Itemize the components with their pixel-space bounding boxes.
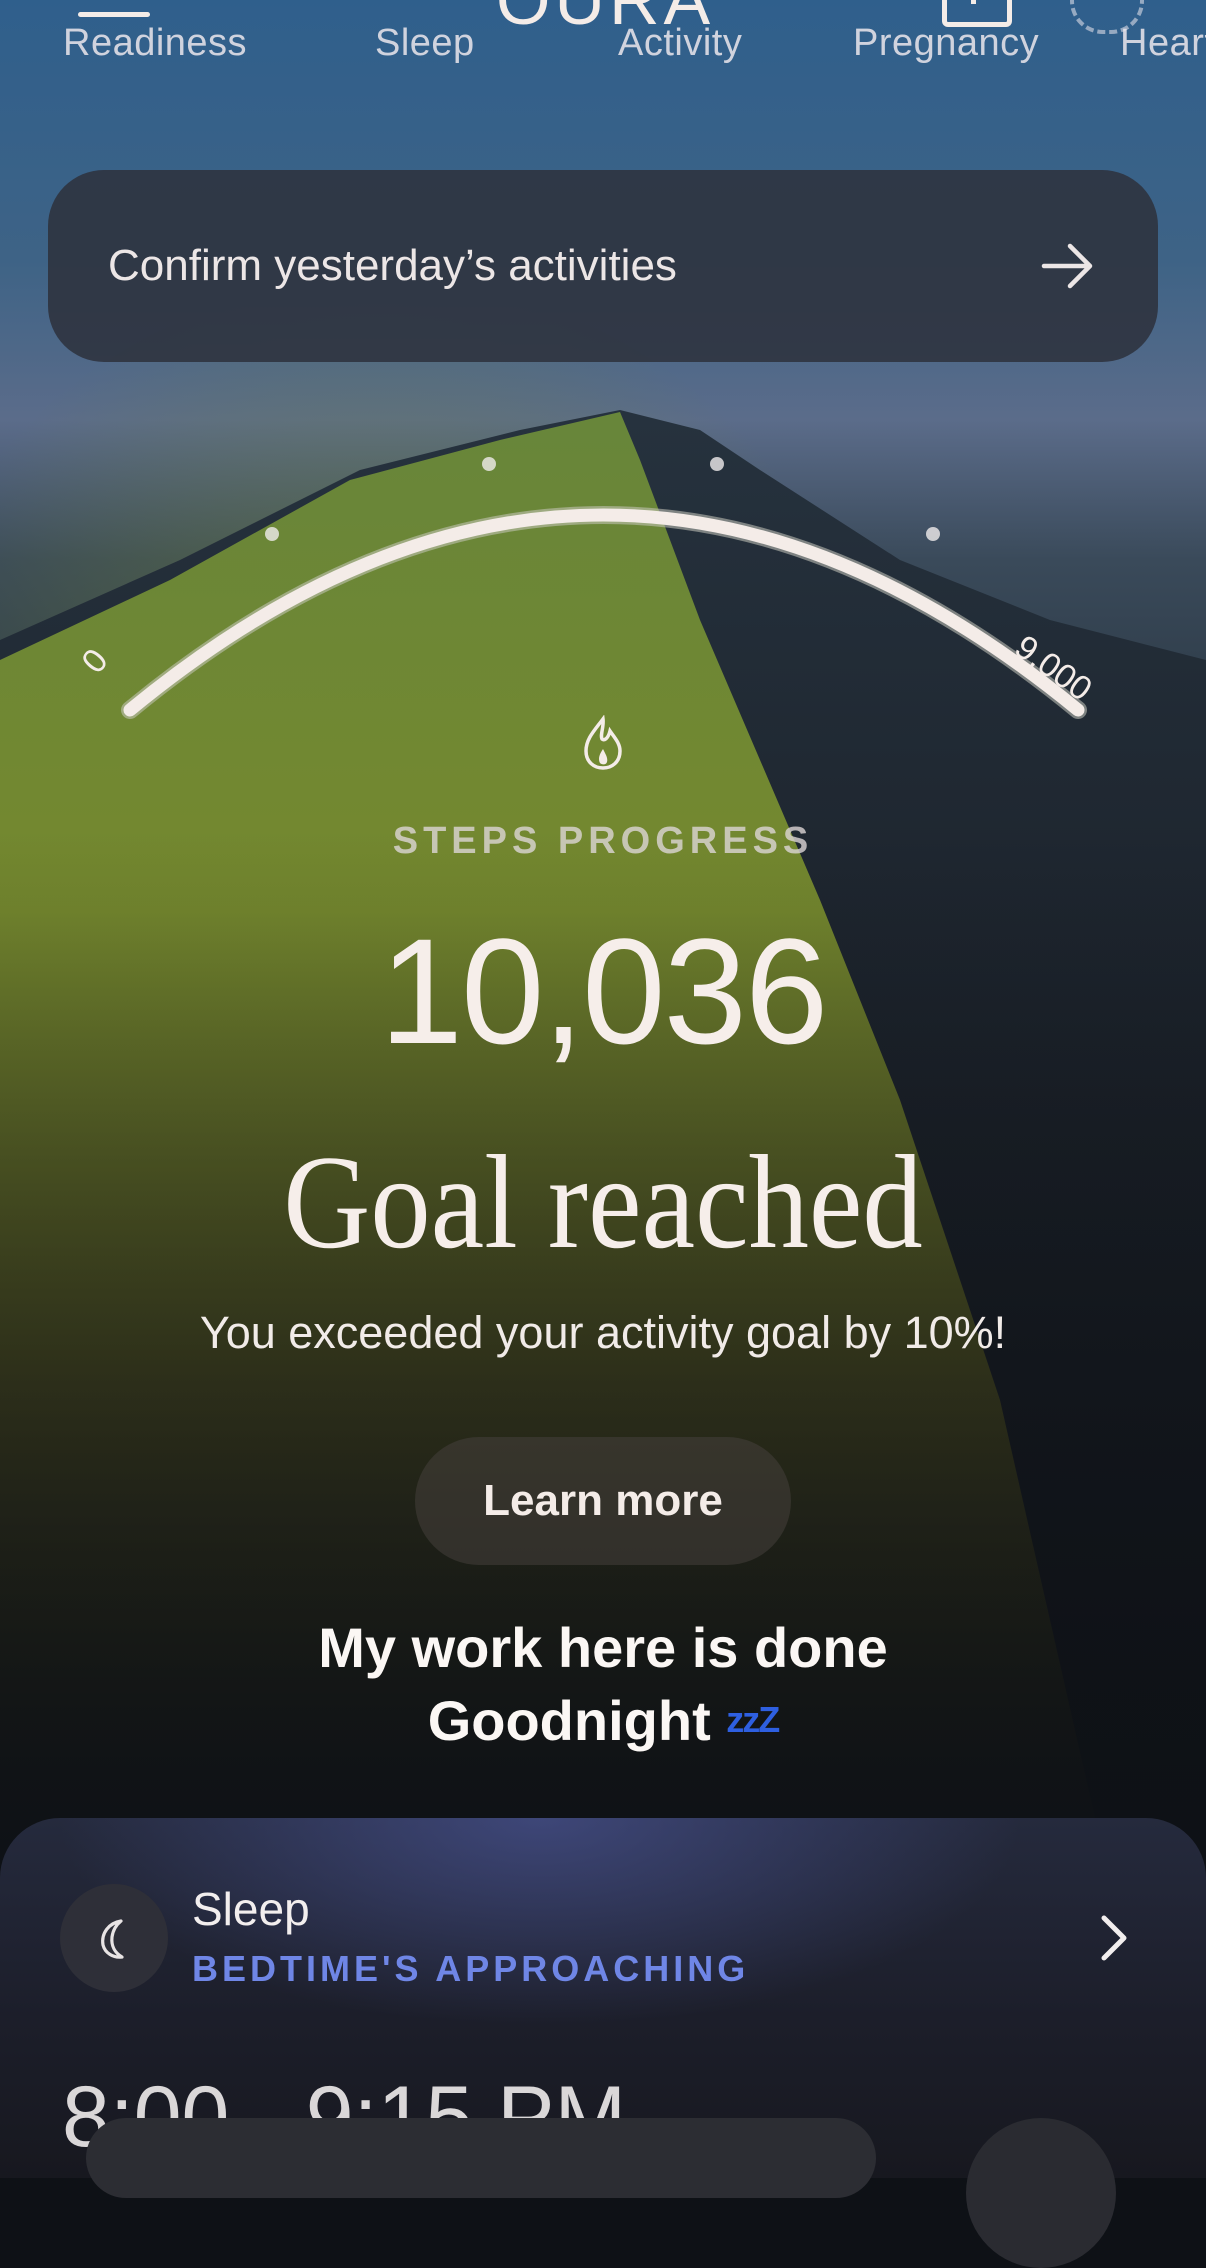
learn-more-button[interactable]: Learn more (415, 1437, 791, 1565)
zz-icon: zzZ (726, 1699, 780, 1740)
moon-badge (60, 1884, 168, 1992)
message-line-2: Goodnight zzZ (0, 1684, 1206, 1757)
sleep-card-title: Sleep (192, 1883, 310, 1935)
goal-subtitle: You exceeded your activity goal by 10%! (199, 1307, 1007, 1358)
chevron-right-icon[interactable] (1094, 1912, 1134, 1964)
tab-activity[interactable]: Activity (618, 22, 742, 65)
tab-pregnancy[interactable]: Pregnancy (853, 22, 1039, 65)
bottom-action-button[interactable] (966, 2118, 1116, 2268)
steps-progress-label: STEPS PROGRESS (392, 820, 814, 862)
steps-gauge (121, 457, 1087, 719)
tab-bar: Readiness Sleep Activity Pregnancy Heart (0, 22, 1206, 82)
gauge-progress (123, 508, 1085, 717)
gauge-tick (710, 457, 724, 471)
bottom-nav-pill[interactable] (86, 2118, 876, 2198)
message-line-1: My work here is done (318, 1616, 888, 1679)
goodnight-message: My work here is done Goodnight zzZ (0, 1612, 1206, 1757)
confirm-activities-label: Confirm yesterday’s activities (108, 241, 677, 290)
goodnight-text: Goodnight (427, 1689, 711, 1752)
gauge-tick (482, 457, 496, 471)
goal-title: Goal reached (283, 1128, 923, 1276)
tab-readiness[interactable]: Readiness (63, 22, 247, 65)
sleep-card-status: BEDTIME'S APPROACHING (192, 1948, 750, 1989)
moon-icon (101, 1919, 124, 1959)
flame-icon (584, 715, 622, 770)
tab-sleep[interactable]: Sleep (375, 22, 475, 65)
menu-icon[interactable] (78, 0, 150, 20)
gauge-tick (926, 527, 940, 541)
gauge-tick (265, 527, 279, 541)
tab-heart[interactable]: Heart (1120, 22, 1206, 65)
arrow-right-icon (1041, 243, 1093, 289)
confirm-activities-banner[interactable]: Confirm yesterday’s activities (48, 170, 1158, 362)
steps-count: 10,036 (379, 907, 829, 1075)
